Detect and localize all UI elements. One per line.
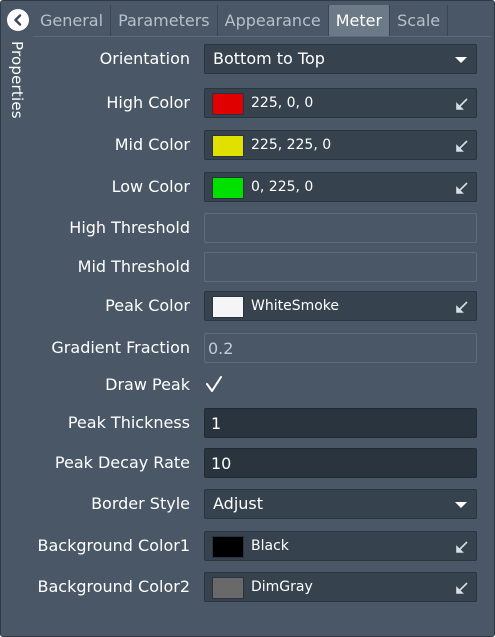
peak-color-picker[interactable]: WhiteSmoke: [204, 291, 477, 321]
high-threshold-input[interactable]: [204, 213, 477, 243]
background-color1-value: Black: [251, 538, 289, 554]
low-color-swatch: [212, 177, 244, 199]
border-style-row: Border Style Adjust: [33, 489, 492, 519]
high-threshold-label: High Threshold: [69, 218, 190, 237]
low-color-row: Low Color 0, 225, 0: [33, 172, 492, 202]
tab-parameters[interactable]: Parameters: [111, 5, 218, 36]
high-color-label: High Color: [106, 93, 190, 112]
draw-peak-row: Draw Peak: [33, 370, 492, 400]
background-color2-swatch: [212, 577, 244, 599]
mid-color-swatch: [212, 135, 244, 157]
peak-decay-rate-row: Peak Decay Rate: [33, 448, 492, 478]
peak-color-value: WhiteSmoke: [251, 298, 340, 314]
high-threshold-row: High Threshold: [33, 213, 492, 243]
border-style-value: Adjust: [213, 494, 264, 513]
peak-color-label: Peak Color: [105, 296, 190, 315]
tab-scale[interactable]: Scale: [390, 5, 449, 36]
color-picker-icon: [456, 98, 468, 110]
mid-color-picker[interactable]: 225, 225, 0: [204, 130, 477, 160]
background-color1-label: Background Color1: [37, 536, 191, 555]
mid-color-value: 225, 225, 0: [251, 137, 332, 153]
background-color1-picker[interactable]: Black: [204, 531, 477, 561]
low-color-picker[interactable]: 0, 225, 0: [204, 172, 477, 202]
back-button[interactable]: [7, 9, 29, 31]
background-color1-row: Background Color1 Black: [33, 531, 492, 561]
orientation-dropdown[interactable]: Bottom to Top: [204, 44, 477, 74]
draw-peak-label: Draw Peak: [105, 375, 190, 394]
peak-color-swatch: [212, 296, 244, 318]
draw-peak-checkbox[interactable]: [204, 375, 224, 395]
color-picker-icon: [456, 140, 468, 152]
mid-threshold-label: Mid Threshold: [77, 257, 190, 276]
chevron-down-icon: [455, 502, 467, 508]
tab-appearance[interactable]: Appearance: [217, 5, 329, 36]
background-color2-label: Background Color2: [37, 577, 191, 596]
background-color2-value: DimGray: [251, 579, 313, 595]
low-color-label: Low Color: [111, 177, 190, 196]
border-style-label: Border Style: [91, 494, 190, 513]
properties-side-strip: Properties: [1, 1, 33, 636]
gradient-fraction-row: Gradient Fraction: [33, 333, 492, 363]
peak-thickness-input[interactable]: [204, 408, 477, 438]
properties-side-label[interactable]: Properties: [8, 41, 26, 119]
mid-threshold-input[interactable]: [204, 252, 477, 282]
background-color1-swatch: [212, 536, 244, 558]
mid-color-label: Mid Color: [114, 135, 190, 154]
peak-thickness-label: Peak Thickness: [67, 413, 190, 432]
high-color-value: 225, 0, 0: [251, 95, 314, 111]
gradient-fraction-input[interactable]: [204, 333, 477, 363]
color-picker-icon: [456, 541, 468, 553]
orientation-row: Orientation Bottom to Top: [33, 44, 492, 74]
tab-meter[interactable]: Meter: [328, 5, 391, 36]
properties-window: Properties General Parameters Appearance…: [0, 0, 495, 637]
low-color-value: 0, 225, 0: [251, 179, 314, 195]
tab-bar: General Parameters Appearance Meter Scal…: [33, 5, 494, 36]
peak-decay-rate-input[interactable]: [204, 448, 477, 478]
color-picker-icon: [456, 182, 468, 194]
high-color-picker[interactable]: 225, 0, 0: [204, 88, 477, 118]
background-color2-row: Background Color2 DimGray: [33, 572, 492, 602]
high-color-swatch: [212, 93, 244, 115]
color-picker-icon: [456, 301, 468, 313]
background-color2-picker[interactable]: DimGray: [204, 572, 477, 602]
tab-general[interactable]: General: [33, 5, 112, 36]
border-style-dropdown[interactable]: Adjust: [204, 489, 477, 519]
mid-color-row: Mid Color 225, 225, 0: [33, 130, 492, 160]
peak-color-row: Peak Color WhiteSmoke: [33, 291, 492, 321]
orientation-value: Bottom to Top: [213, 49, 325, 68]
mid-threshold-row: Mid Threshold: [33, 252, 492, 282]
high-color-row: High Color 225, 0, 0: [33, 88, 492, 118]
gradient-fraction-label: Gradient Fraction: [51, 338, 190, 357]
chevron-left-icon: [14, 14, 22, 26]
meter-properties-panel: Orientation Bottom to Top High Color 225…: [33, 36, 492, 626]
color-picker-icon: [456, 582, 468, 594]
orientation-label: Orientation: [99, 49, 190, 68]
chevron-down-icon: [455, 57, 467, 63]
peak-decay-rate-label: Peak Decay Rate: [54, 453, 190, 472]
peak-thickness-row: Peak Thickness: [33, 408, 492, 438]
